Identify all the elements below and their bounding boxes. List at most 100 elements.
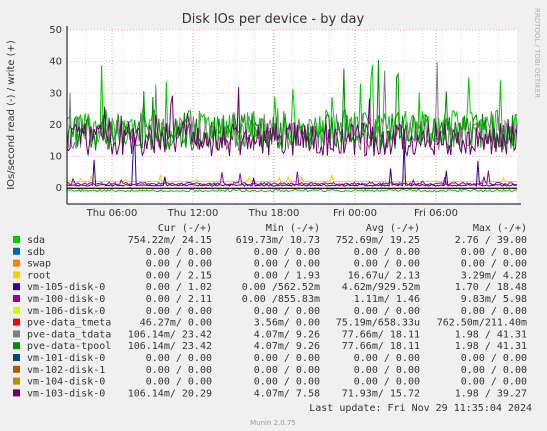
x-tick-label: Thu 06:00 bbox=[86, 208, 138, 219]
legend-value-min: 4.07m/ 9.26 bbox=[254, 329, 320, 340]
x-tick-label: Thu 18:00 bbox=[248, 208, 300, 219]
y-axis-label: IOs/second read (-) / write (+) bbox=[6, 40, 17, 190]
legend-value-max: 0.00 / 0.00 bbox=[461, 306, 527, 317]
legend-value-cur: 0.00 / 1.02 bbox=[146, 282, 212, 293]
legend-value-cur: 106.14m/ 23.42 bbox=[128, 329, 212, 340]
legend-value-avg: 0.00 / 0.00 bbox=[354, 306, 420, 317]
legend-value-avg: 0.00 / 0.00 bbox=[354, 259, 420, 270]
legend-value-avg: 4.62m/929.52m bbox=[342, 282, 420, 293]
legend-value-cur: 106.14m/ 20.29 bbox=[128, 388, 212, 399]
legend-value-cur: 0.00 / 0.00 bbox=[146, 259, 212, 270]
legend-value-avg: 16.67u/ 2.13 bbox=[348, 270, 420, 281]
legend-value-cur: 0.00 / 0.00 bbox=[146, 377, 212, 388]
legend-value-cur: 0.00 / 0.00 bbox=[146, 247, 212, 258]
legend-swatch bbox=[13, 354, 20, 361]
footer-version: Munin 2.0.75 bbox=[250, 419, 296, 427]
legend-value-min: 0.00 / 0.00 bbox=[254, 259, 320, 270]
legend-value-min: 0.00 /562.52m bbox=[242, 282, 320, 293]
legend-value-max: 3.29m/ 4.28 bbox=[461, 270, 527, 281]
legend-value-max: 0.00 / 0.00 bbox=[461, 259, 527, 270]
y-tick-label: 10 bbox=[49, 152, 62, 163]
legend-swatch bbox=[13, 365, 20, 373]
legend-value-cur: 106.14m/ 23.42 bbox=[128, 341, 212, 352]
legend-value-cur: 0.00 / 0.00 bbox=[146, 353, 212, 364]
legend-value-cur: 0.00 / 2.15 bbox=[146, 270, 212, 281]
x-tick-label: Thu 12:00 bbox=[167, 208, 219, 219]
legend-swatch bbox=[13, 377, 20, 385]
legend-value-avg: 1.11m/ 1.46 bbox=[354, 294, 420, 305]
legend-value-min: 0.00 / 0.00 bbox=[254, 377, 320, 388]
legend-value-avg: 77.66m/ 18.11 bbox=[342, 329, 420, 340]
legend-swatch bbox=[13, 342, 20, 350]
last-update: Last update: Fri Nov 29 11:35:04 2024 bbox=[309, 403, 532, 414]
watermark: RRDTOOL / TOBI OETIKER bbox=[533, 8, 541, 98]
legend-swatch bbox=[13, 236, 20, 243]
legend-value-min: 0.00 / 0.00 bbox=[254, 306, 320, 317]
legend-swatch bbox=[13, 330, 20, 338]
legend-series-name: pve-data_tdata bbox=[27, 329, 111, 340]
legend-value-cur: 0.00 / 0.00 bbox=[146, 306, 212, 317]
legend-series-name: vm-100-disk-0 bbox=[27, 294, 105, 305]
legend-series-name: vm-104-disk-0 bbox=[27, 377, 105, 388]
legend-series-name: swap bbox=[27, 259, 51, 270]
legend-value-avg: 77.66m/ 18.11 bbox=[342, 341, 420, 352]
legend-swatch bbox=[13, 318, 20, 326]
legend-swatch bbox=[13, 283, 20, 291]
legend-value-min: 619.73m/ 10.73 bbox=[236, 235, 320, 246]
legend-value-avg: 0.00 / 0.00 bbox=[354, 353, 420, 364]
legend-value-min: 4.07m/ 7.58 bbox=[254, 388, 320, 399]
legend-header-max: Max (-/+) bbox=[473, 223, 527, 234]
legend-value-min: 3.56m/ 0.00 bbox=[254, 318, 320, 329]
y-tick-label: 0 bbox=[56, 183, 62, 194]
legend-value-avg: 71.93m/ 15.72 bbox=[342, 388, 420, 399]
legend-value-max: 0.00 / 0.00 bbox=[461, 353, 527, 364]
legend-value-min: 0.00 / 0.00 bbox=[254, 247, 320, 258]
legend-series-name: pve-data-tpool bbox=[27, 341, 111, 352]
legend-series-name: sda bbox=[27, 235, 45, 246]
legend-value-cur: 0.00 / 0.00 bbox=[146, 365, 212, 376]
legend-header-min: Min (-/+) bbox=[266, 223, 320, 234]
legend-value-avg: 0.00 / 0.00 bbox=[354, 365, 420, 376]
legend-value-cur: 46.27m/ 0.00 bbox=[140, 318, 212, 329]
legend-value-avg: 75.19m/658.33u bbox=[336, 318, 420, 329]
legend-swatch bbox=[13, 295, 20, 302]
legend-series-name: vm-103-disk-0 bbox=[27, 388, 105, 399]
legend-value-max: 1.98 / 39.27 bbox=[455, 388, 527, 399]
legend-value-max: 0.00 / 0.00 bbox=[461, 365, 527, 376]
legend-series-name: vm-102-disk-1 bbox=[27, 365, 105, 376]
legend-value-max: 9.83m/ 5.98 bbox=[461, 294, 527, 305]
legend-value-max: 1.70 / 18.48 bbox=[455, 282, 527, 293]
x-tick-label: Fri 00:00 bbox=[333, 208, 377, 219]
legend-value-min: 4.07m/ 9.26 bbox=[254, 341, 320, 352]
legend-swatch bbox=[13, 259, 20, 267]
legend-swatch bbox=[13, 306, 20, 314]
legend-value-min: 0.00 /855.83m bbox=[242, 294, 320, 305]
legend-swatch bbox=[13, 389, 20, 397]
legend-value-max: 762.50m/211.40m bbox=[437, 318, 527, 329]
legend-value-cur: 0.00 / 2.11 bbox=[146, 294, 212, 305]
legend-value-min: 0.00 / 1.93 bbox=[254, 270, 320, 281]
legend-swatch bbox=[13, 271, 20, 279]
x-tick-label: Fri 06:00 bbox=[414, 208, 458, 219]
legend-value-cur: 754.22m/ 24.15 bbox=[128, 235, 212, 246]
legend-value-avg: 0.00 / 0.00 bbox=[354, 377, 420, 388]
y-tick-label: 50 bbox=[49, 25, 62, 36]
legend-value-min: 0.00 / 0.00 bbox=[254, 365, 320, 376]
legend-series-name: pve-data_tmeta bbox=[27, 318, 111, 329]
legend-value-avg: 0.00 / 0.00 bbox=[354, 247, 420, 258]
y-tick-label: 20 bbox=[49, 120, 62, 131]
legend-value-max: 1.98 / 41.31 bbox=[455, 329, 527, 340]
legend-value-max: 2.76 / 39.00 bbox=[455, 235, 527, 246]
y-tick-label: 30 bbox=[49, 88, 62, 99]
legend-series-name: root bbox=[27, 270, 51, 281]
legend-series-name: vm-101-disk-0 bbox=[27, 353, 105, 364]
legend-swatch bbox=[13, 247, 20, 255]
legend-value-max: 1.98 / 41.31 bbox=[455, 341, 527, 352]
legend-value-max: 0.00 / 0.00 bbox=[461, 247, 527, 258]
disk-io-chart: Disk IOs per device - by day IOs/second … bbox=[0, 0, 547, 431]
legend-value-min: 0.00 / 0.00 bbox=[254, 353, 320, 364]
legend-series-name: vm-105-disk-0 bbox=[27, 282, 105, 293]
legend-header-cur: Cur (-/+) bbox=[158, 223, 212, 234]
legend-header-avg: Avg (-/+) bbox=[366, 223, 420, 234]
legend-value-avg: 752.69m/ 19.25 bbox=[336, 235, 420, 246]
